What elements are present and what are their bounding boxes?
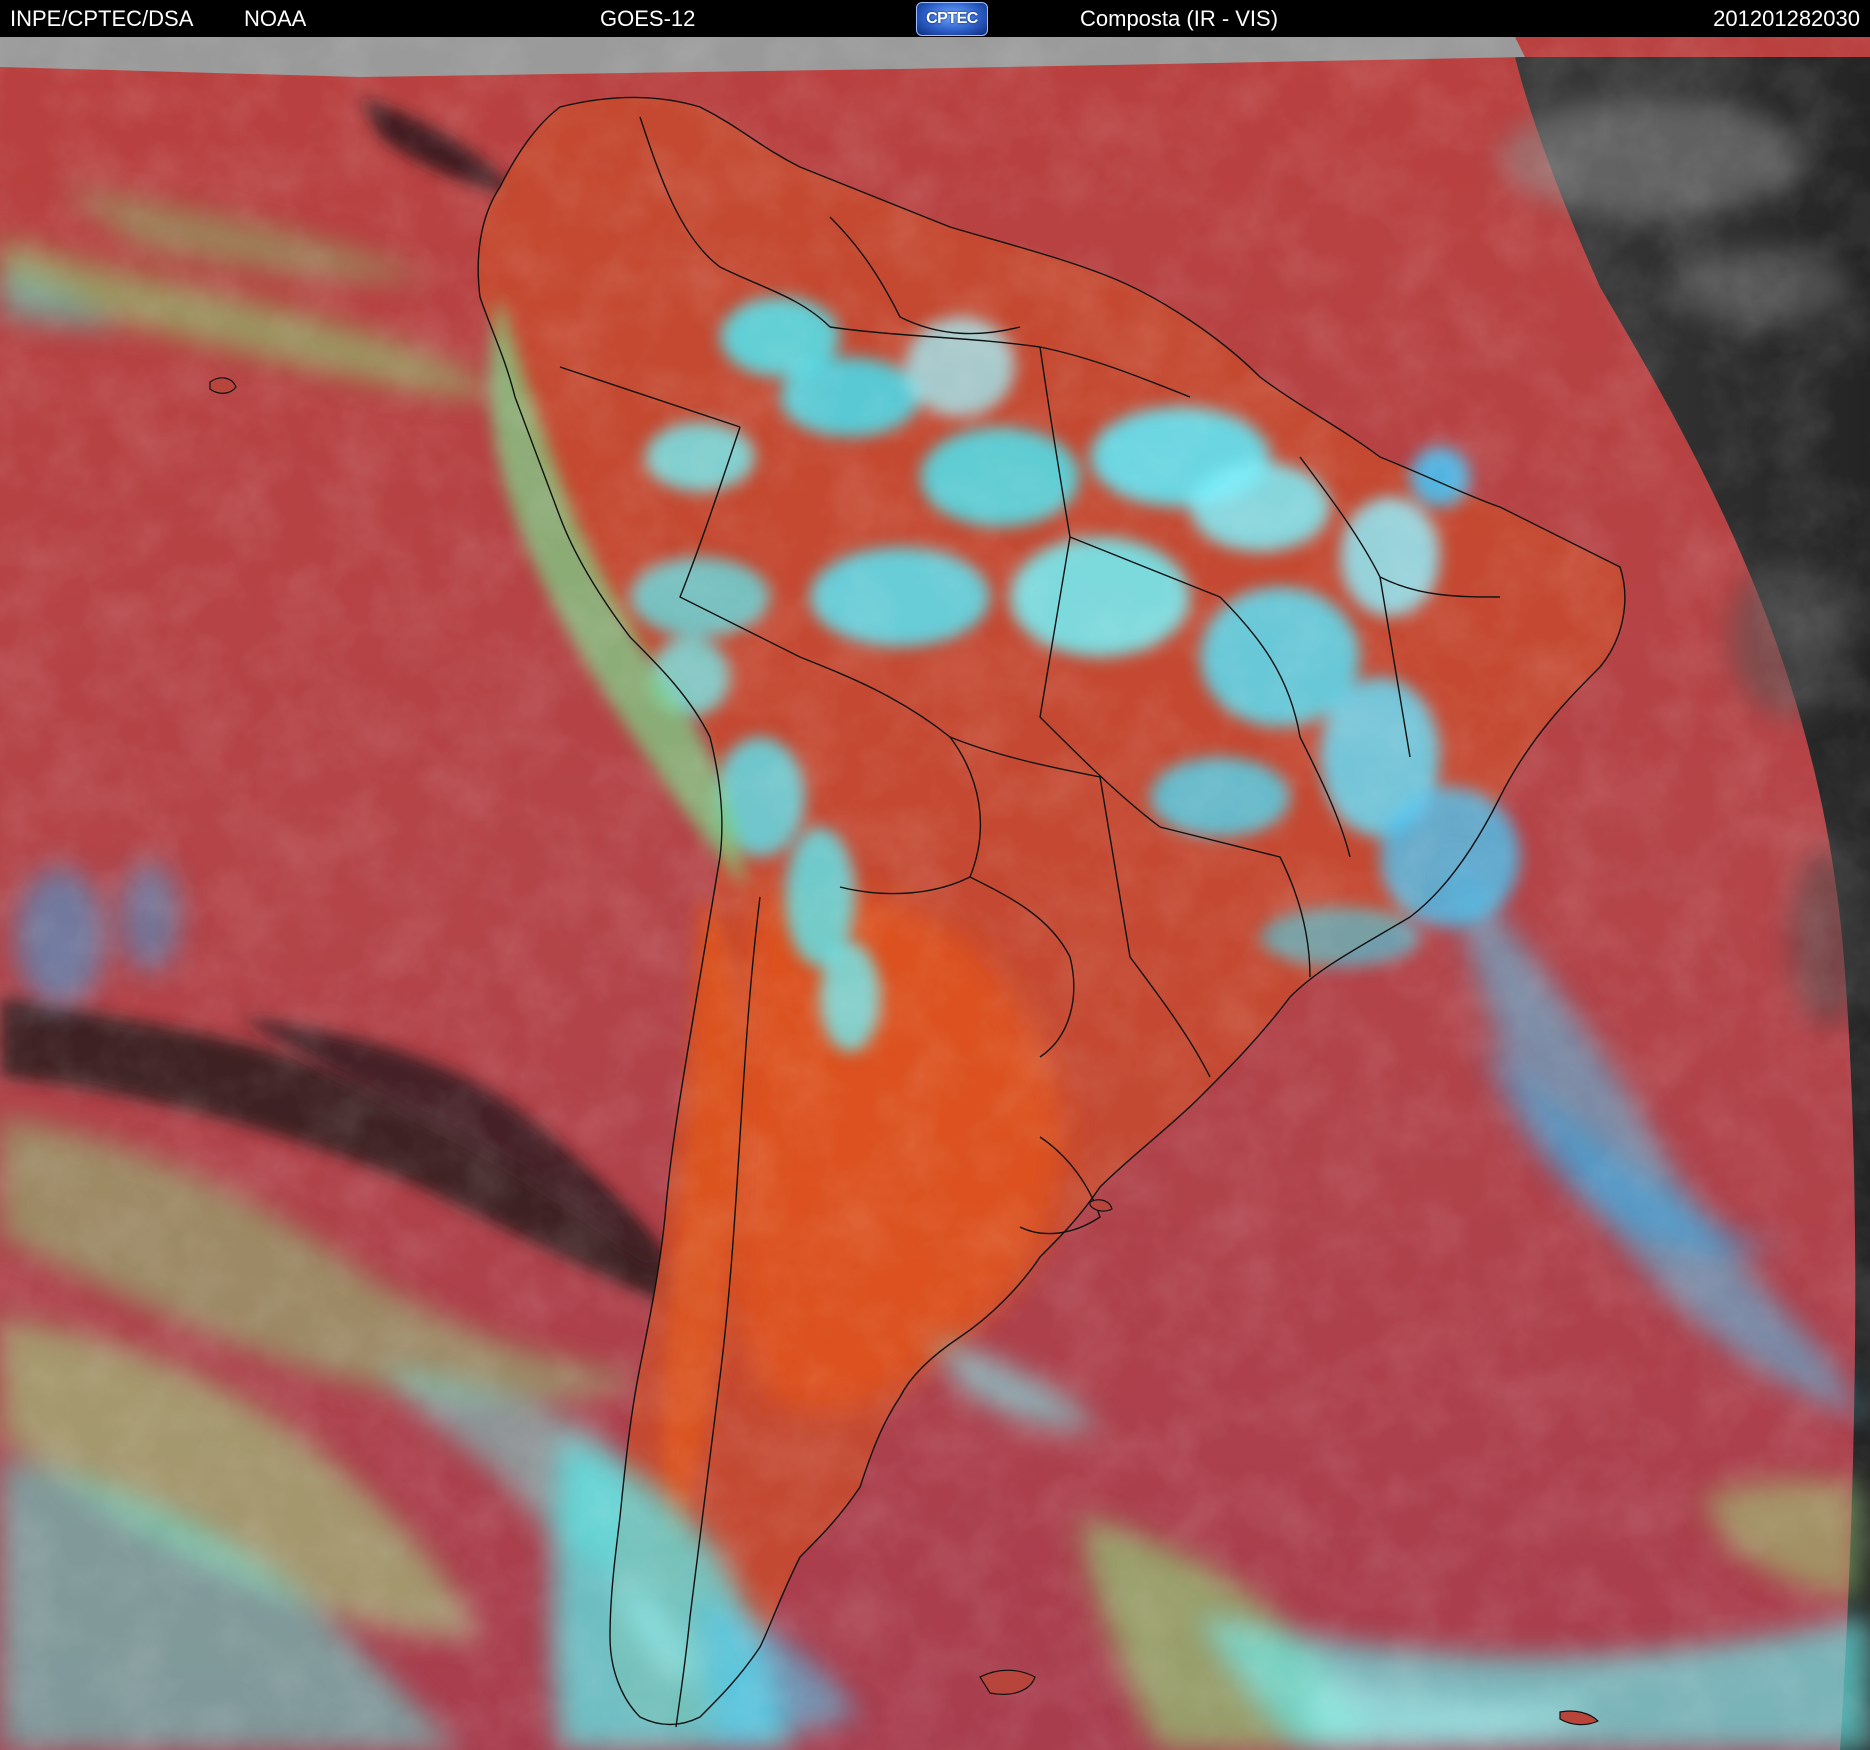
satellite-map bbox=[0, 37, 1870, 1750]
satellite-image-page: INPE/CPTEC/DSA NOAA GOES-12 CPTEC Compos… bbox=[0, 0, 1870, 1750]
agency-label: INPE/CPTEC/DSA bbox=[10, 6, 194, 31]
timestamp-label: 201201282030 bbox=[1713, 6, 1860, 31]
product-label: Composta (IR - VIS) bbox=[1080, 6, 1279, 31]
partner-label: NOAA bbox=[244, 6, 307, 31]
logo-text: CPTEC bbox=[926, 10, 978, 27]
satellite-label: GOES-12 bbox=[600, 6, 696, 31]
image-texture bbox=[0, 37, 1870, 1750]
cptec-logo: CPTEC bbox=[916, 2, 988, 36]
header-bar: INPE/CPTEC/DSA NOAA GOES-12 CPTEC Compos… bbox=[0, 0, 1870, 37]
satellite-map-svg bbox=[0, 37, 1870, 1750]
